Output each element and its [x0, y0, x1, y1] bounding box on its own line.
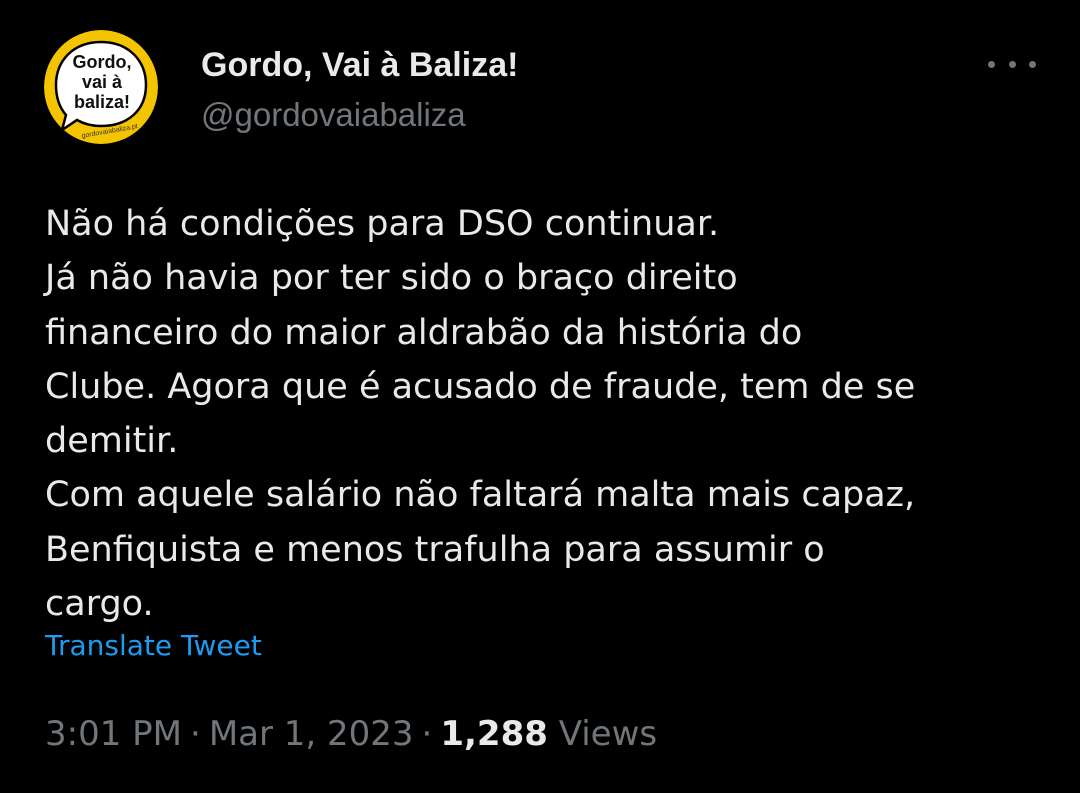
meta-separator: ·: [190, 714, 201, 754]
tweet-line: Clube. Agora que é acusado de fraude, te…: [45, 366, 916, 407]
views-count[interactable]: 1,288: [440, 714, 548, 754]
tweet-text: Não há condições para DSO continuar. Já …: [45, 197, 1045, 631]
avatar[interactable]: Gordo, vai à baliza! gordovaiabaliza.pt: [44, 30, 158, 144]
tweet-line: Benfiquista e menos trafulha para assumi…: [45, 529, 825, 570]
tweet-line: cargo.: [45, 584, 154, 625]
avatar-line2: vai à: [82, 72, 123, 92]
more-options-button[interactable]: [988, 50, 1036, 78]
tweet-line: Não há condições para DSO continuar.: [45, 204, 720, 244]
avatar-line3: baliza!: [74, 92, 130, 112]
views-label: Views: [558, 714, 658, 754]
tweet-date[interactable]: Mar 1, 2023: [209, 714, 414, 754]
tweet-line: Já não havia por ter sido o braço direit…: [45, 258, 738, 299]
more-horizontal-icon-dot: [1008, 60, 1016, 68]
display-name[interactable]: Gordo, Vai à Baliza!: [201, 44, 518, 86]
translate-tweet-link[interactable]: Translate Tweet: [45, 626, 262, 666]
more-horizontal-icon: [988, 60, 995, 68]
tweet-time[interactable]: 3:01 PM: [45, 714, 182, 754]
avatar-logo-image: Gordo, vai à baliza! gordovaiabaliza.pt: [44, 30, 158, 144]
tweet-meta: 3:01 PM · Mar 1, 2023 · 1,288 Views: [45, 712, 657, 756]
tweet-line: demitir.: [45, 421, 179, 462]
meta-separator: ·: [421, 714, 433, 754]
user-handle[interactable]: @gordovaiabaliza: [201, 94, 466, 136]
tweet-line: financeiro do maior aldrabão da história…: [45, 312, 803, 353]
tweet-line: Com aquele salário não faltará malta mai…: [45, 475, 916, 516]
tweet-container: Gordo, vai à baliza! gordovaiabaliza.pt …: [0, 0, 1080, 793]
more-horizontal-icon-dot: [1029, 60, 1036, 68]
avatar-line1: Gordo,: [73, 52, 132, 72]
